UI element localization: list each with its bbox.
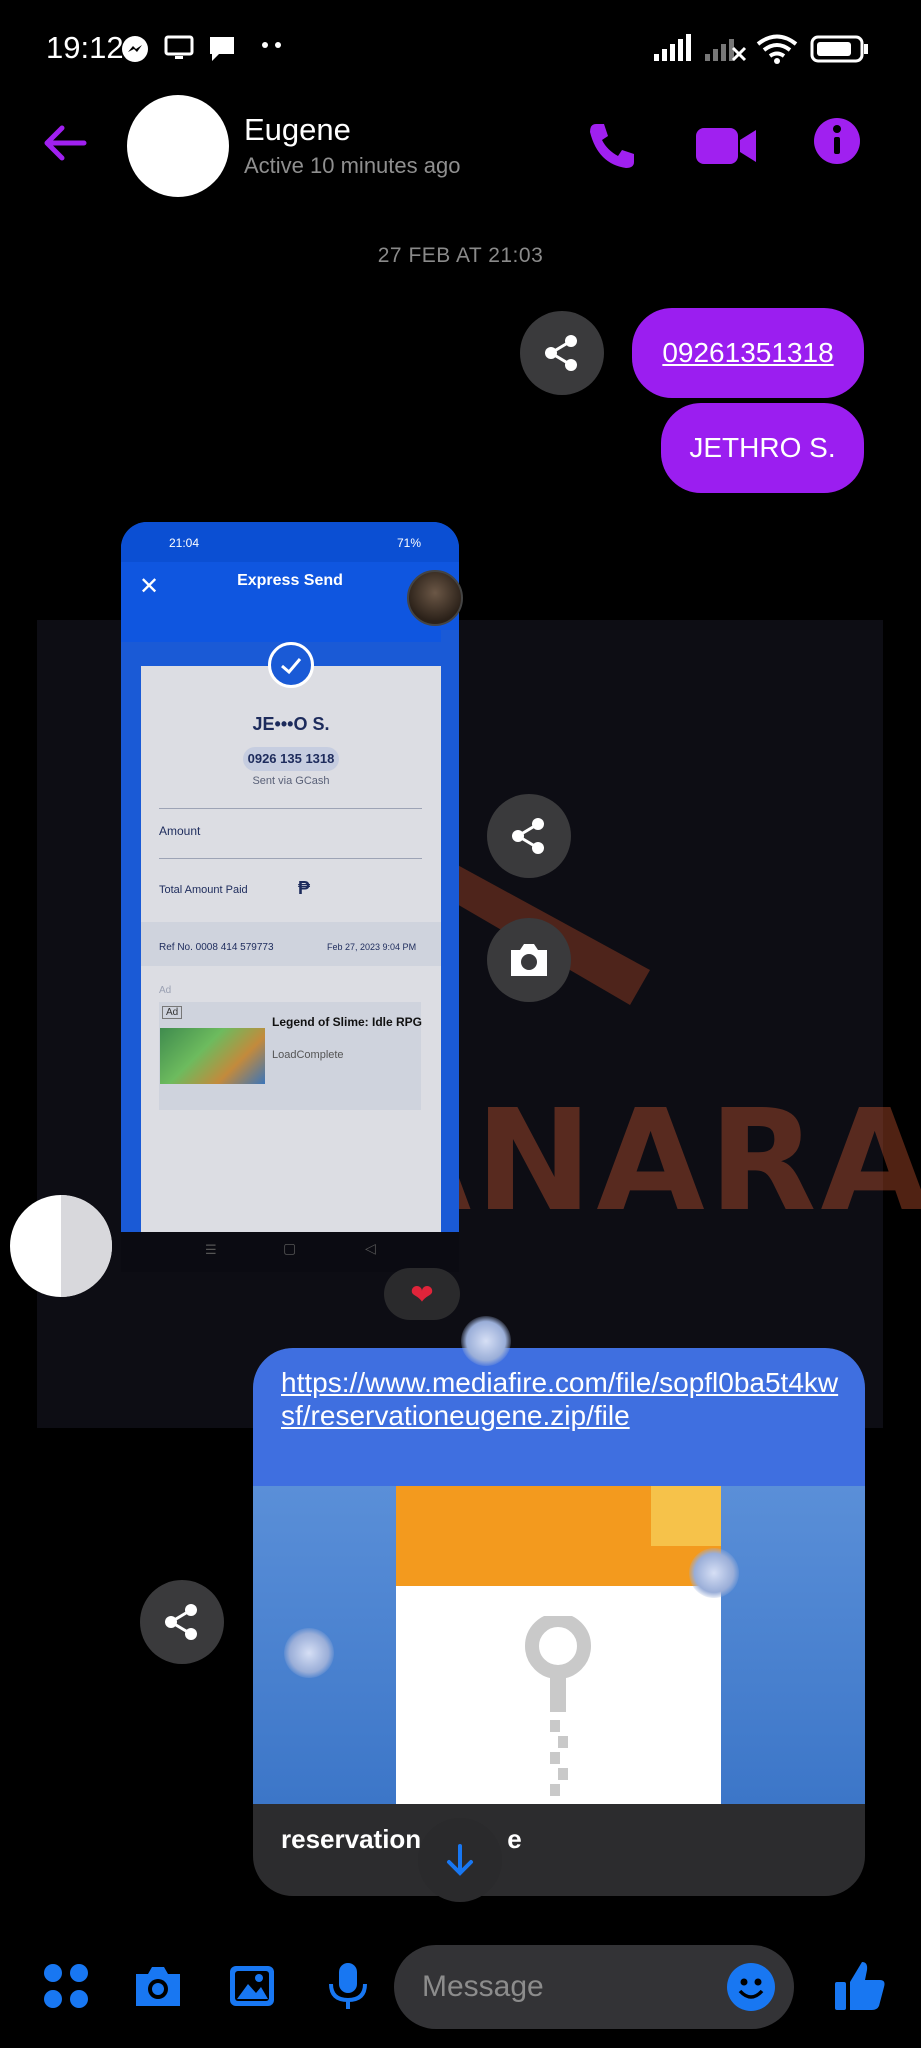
video-call-icon[interactable] [692,116,762,176]
checkmark-icon [268,642,314,688]
status-time: 19:12 [46,30,124,65]
message-bubble-phone[interactable]: 09261351318 [632,308,864,398]
receipt-ref: Ref No. 0008 414 579773 [159,942,274,953]
ad-game-thumbnail [160,1028,265,1084]
emoji-icon[interactable] [727,1963,775,2011]
gallery-icon[interactable] [226,1960,278,2012]
receipt-divider [159,808,422,809]
receipt-date: Feb 27, 2023 9:04 PM [327,942,417,952]
date-separator: 27 FEB AT 21:03 [377,244,544,267]
sender-avatar[interactable] [407,570,463,626]
link-url[interactable]: https://www.mediafire.com/file/sopfl0ba5… [281,1366,841,1432]
share-icon [545,335,577,371]
screenshot-scroll-edge [441,630,459,1232]
more-notifications-icon [260,38,284,57]
message-bubble-name[interactable]: JETHRO S. [661,403,864,493]
link-preview-card[interactable]: https://www.mediafire.com/file/sopfl0ba5… [253,1348,865,1896]
receipt-amount-label: Amount [159,824,201,838]
touch-indicator [689,1548,739,1598]
screenshot-battery: 71% [397,536,422,550]
share-icon [512,818,544,854]
screenshot-title: Express Send [237,572,343,589]
camera-icon [511,944,547,976]
receipt-divider [159,858,422,859]
ad-sub: LoadComplete [272,1049,344,1061]
share-icon [165,1604,197,1640]
voice-call-icon[interactable] [582,116,642,176]
link-preview-image[interactable] [253,1486,865,1804]
signal-icon [652,34,696,67]
thumbs-up-icon[interactable] [832,1958,885,2010]
wifi-icon [756,34,798,69]
apps-menu-icon[interactable] [40,1960,92,2012]
message-notification-icon [207,34,237,69]
screenshot-nav-bar: ☰ ▢ ◁ [121,1232,459,1272]
receipt-phone: 0926 135 1318 [243,747,339,771]
touch-indicator [461,1316,511,1366]
share-button[interactable] [520,311,604,395]
receipt-via: Sent via GCash [252,775,330,787]
contact-name[interactable]: Eugene [244,112,351,148]
camera-button[interactable] [487,918,571,1002]
share-link-button[interactable] [140,1580,224,1664]
camera-icon[interactable] [132,1960,184,2012]
screenshot-status-bar: 21:04 71% [121,522,459,562]
battery-icon [810,34,870,69]
screen-notification-icon [163,34,195,67]
back-arrow-icon[interactable] [40,118,90,168]
ad-label: Ad [159,985,172,996]
messenger-notification-icon [120,34,150,69]
zipper-icon [525,1616,591,1796]
arrow-down-icon [447,1844,473,1876]
ad-tag: Ad [162,1006,183,1019]
contact-avatar[interactable] [127,95,229,197]
receipt-recipient: JE•••O S. [252,714,330,734]
receipt-total-label: Total Amount Paid [159,884,248,896]
screenshot-time: 21:04 [169,536,200,550]
sender-avatar-bubble[interactable] [10,1195,112,1297]
heart-reaction[interactable]: ❤ [384,1268,460,1320]
scroll-down-button[interactable] [418,1818,502,1902]
ad-title: Legend of Slime: Idle RPG [272,1015,422,1029]
signal-off-icon [703,34,747,67]
touch-indicator [284,1628,334,1678]
receipt-currency: ₱ [298,878,311,898]
share-image-button[interactable] [487,794,571,878]
contact-status: Active 10 minutes ago [244,153,461,178]
info-icon[interactable] [812,116,872,176]
microphone-icon[interactable] [322,1960,374,2012]
